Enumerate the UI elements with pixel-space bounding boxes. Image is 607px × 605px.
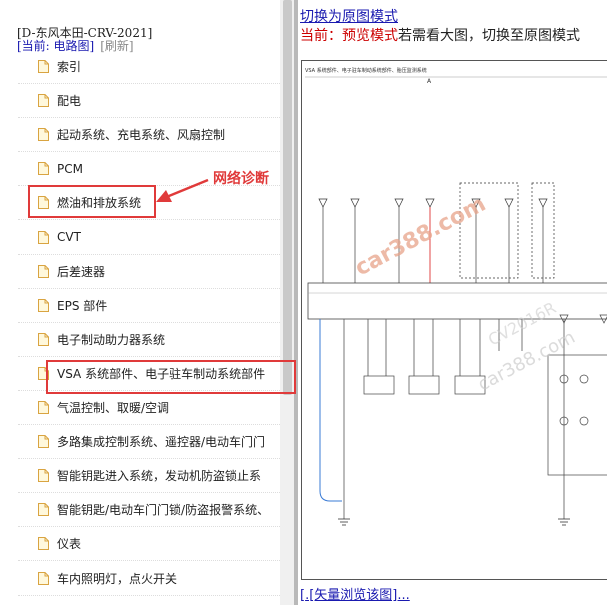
document-icon bbox=[38, 435, 49, 449]
tree-item-label: 多路集成控制系统、遥控器/电动车门门 bbox=[57, 435, 266, 450]
tree-scrollbar-thumb[interactable] bbox=[283, 0, 292, 395]
tree-item[interactable]: 索引 bbox=[18, 50, 280, 84]
vector-view-link[interactable]: .[矢量浏览该图]... bbox=[305, 588, 410, 603]
tree-item-label: 后差速器 bbox=[57, 264, 106, 279]
tree-item[interactable]: CVT bbox=[18, 221, 280, 255]
tree-item-label: 起动系统、充电系统、风扇控制 bbox=[57, 128, 226, 143]
tree-item-label: 智能钥匙/电动车门门锁/防盗报警系统、 bbox=[57, 503, 270, 518]
callout-arrow-icon bbox=[156, 178, 209, 202]
tree-item-label: 气温控制、取暖/空调 bbox=[57, 401, 170, 415]
document-icon bbox=[38, 128, 49, 142]
document-icon bbox=[38, 298, 49, 312]
document-icon bbox=[38, 332, 49, 346]
tree-item[interactable]: 气温控制、取暖/空调 bbox=[18, 391, 280, 425]
tree-item[interactable]: 电子制动助力器系统 bbox=[18, 323, 280, 357]
diagram-title: VSA 系统部件、电子驻车制动系统部件、胎压监测系统 bbox=[305, 67, 427, 74]
tree-item-label: 索引 bbox=[57, 60, 82, 74]
diagram-column-marker: A bbox=[427, 78, 432, 85]
mode-prefix: 当前： bbox=[300, 28, 342, 44]
tree-item-label: 车内照明灯，点火开关 bbox=[57, 571, 178, 586]
document-icon bbox=[38, 264, 49, 278]
document-icon bbox=[38, 60, 49, 73]
tree-item-label: 仪表 bbox=[57, 537, 82, 552]
watermark-1: car388.com bbox=[351, 192, 490, 282]
document-icon bbox=[38, 537, 49, 551]
mode-suffix: 若需看大图，切换至原图模式 bbox=[398, 28, 580, 44]
tree-item[interactable]: 多路集成控制系统、遥控器/电动车门门 bbox=[18, 425, 280, 460]
tree-item-label: EPS 部件 bbox=[57, 298, 108, 313]
tree-item-label: 电子制动助力器系统 bbox=[57, 332, 166, 347]
document-icon bbox=[38, 401, 49, 414]
tree-item[interactable]: EPS 部件 bbox=[18, 289, 280, 323]
document-icon bbox=[38, 571, 49, 585]
wiring-diagram-preview[interactable]: VSA 系统部件、电子驻车制动系统部件、胎压监测系统 A car388.com … bbox=[301, 60, 607, 580]
tree-item[interactable]: 智能钥匙/电动车门门锁/防盗报警系统、 bbox=[18, 493, 280, 528]
switch-original-mode-link[interactable]: 切换为原图模式 bbox=[300, 6, 398, 26]
tree-item[interactable]: 配电 bbox=[18, 84, 280, 119]
preview-panel: 切换为原图模式 当前：预览模式若需看大图，切换至原图模式 VSA 系统部件、电子… bbox=[298, 0, 607, 605]
document-icon bbox=[38, 469, 49, 483]
highlight-vsa-system bbox=[46, 360, 296, 394]
highlight-fuel-system bbox=[28, 185, 156, 218]
tree-item[interactable]: 后差速器 bbox=[18, 255, 280, 289]
tree-panel: [D-东风本田-CRV-2021] [当前: 电路图] [刷新] 索引 配电 起动系统… bbox=[0, 0, 280, 605]
tree-item-label: CVT bbox=[57, 230, 81, 244]
mode-line: 当前：预览模式若需看大图，切换至原图模式 bbox=[300, 25, 580, 45]
tree-item[interactable]: 智能钥匙进入系统，发动机防盗锁止系 bbox=[18, 459, 280, 494]
tree-item-label: 配电 bbox=[57, 94, 82, 109]
document-icon bbox=[38, 503, 49, 517]
tree-item[interactable]: 起动系统、充电系统、风扇控制 bbox=[18, 118, 280, 153]
network-diagnosis-callout: 网络诊断 bbox=[213, 171, 269, 187]
mode-name: 预览模式 bbox=[342, 28, 398, 44]
document-icon bbox=[38, 94, 49, 108]
tree-item[interactable]: 车内照明灯，点火开关 bbox=[18, 562, 280, 596]
tree-item-label: PCM bbox=[57, 161, 83, 176]
tree-item-label: 智能钥匙进入系统，发动机防盗锁止系 bbox=[57, 469, 262, 484]
tree-item[interactable]: 仪表 bbox=[18, 527, 280, 562]
document-icon bbox=[38, 162, 49, 176]
document-icon bbox=[38, 230, 49, 244]
vector-view-link-line: [.[矢量浏览该图]... bbox=[300, 584, 410, 603]
wiring-diagram: VSA 系统部件、电子驻车制动系统部件、胎压监测系统 A car388.com … bbox=[305, 67, 607, 526]
